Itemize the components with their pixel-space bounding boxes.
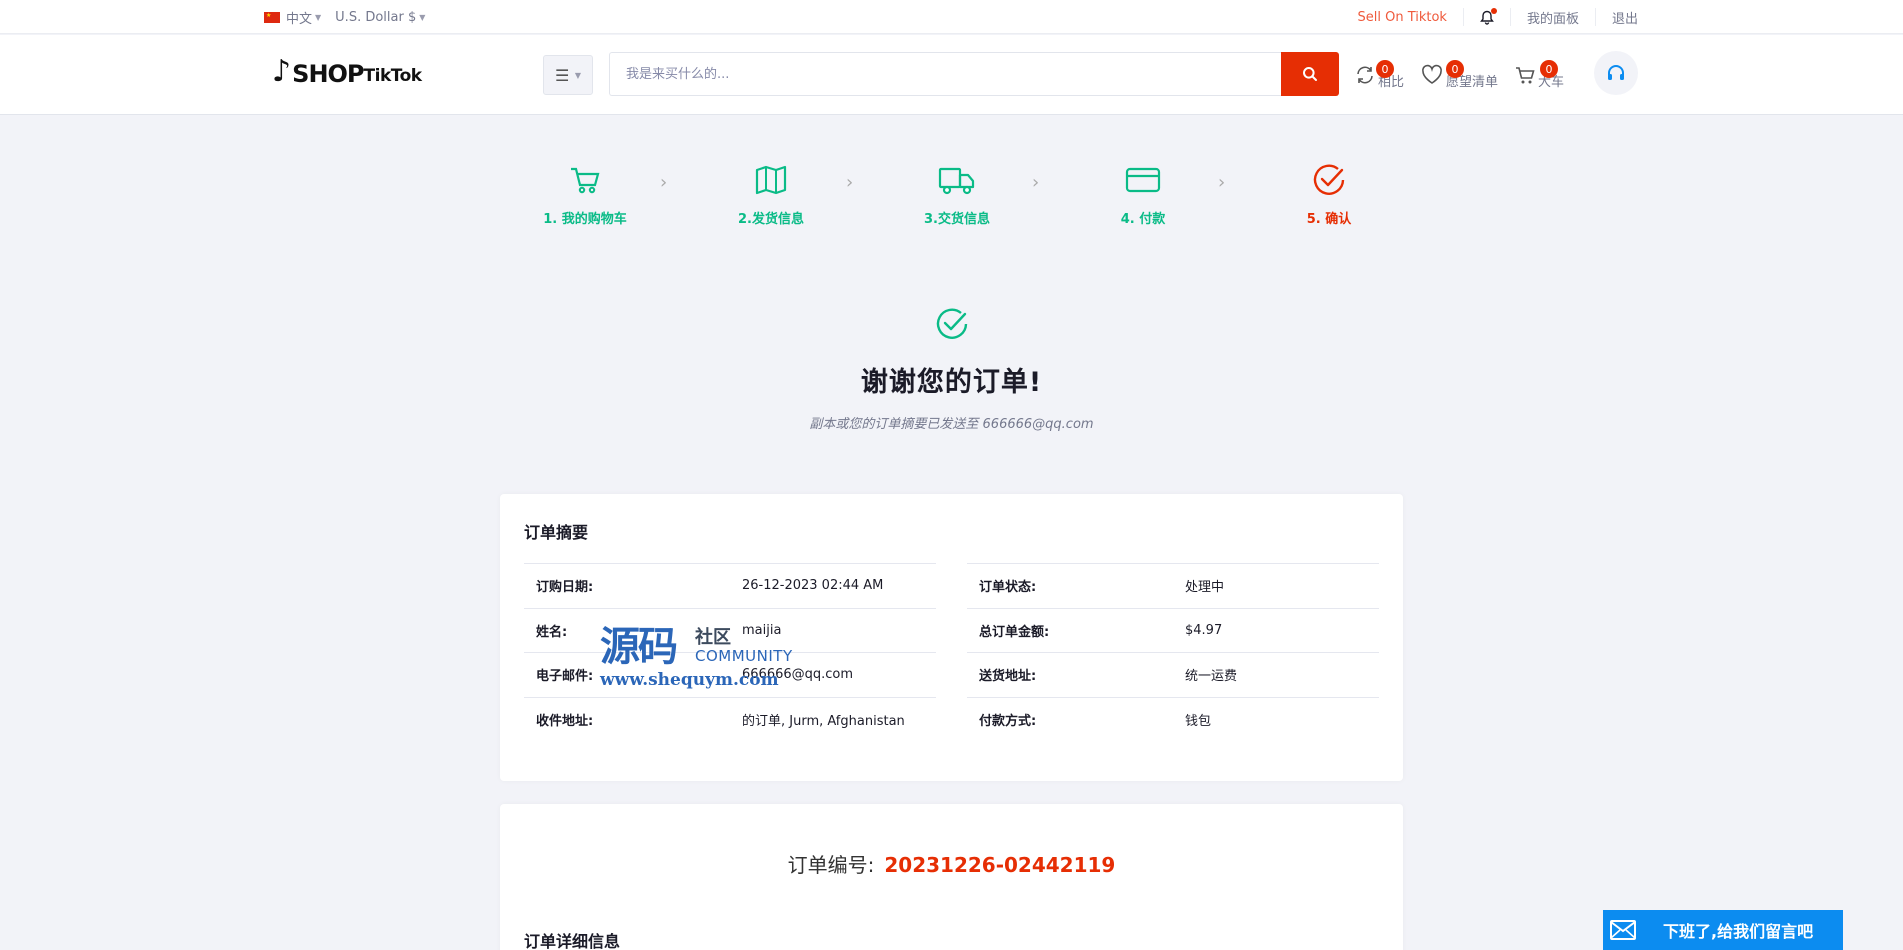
dashboard-link[interactable]: 我的面板 bbox=[1509, 8, 1595, 27]
logo-tiktok-text: TikTok bbox=[363, 66, 423, 86]
credit-card-icon bbox=[1125, 167, 1161, 193]
field-label: 总订单金额: bbox=[967, 607, 1173, 653]
search-input[interactable] bbox=[609, 52, 1281, 96]
china-flag-icon bbox=[264, 11, 280, 23]
chat-widget-button[interactable]: 下班了,给我们留言吧 bbox=[1603, 910, 1843, 950]
checkout-steps: 1. 我的购物车 › 2.发货信息 › 3.交货信息 › 4. 付款 › 5. … bbox=[510, 162, 1394, 232]
compare-button[interactable]: 0 相比 bbox=[1354, 60, 1404, 90]
field-value: 的订单, Jurm, Afghanistan bbox=[730, 696, 936, 742]
map-icon bbox=[755, 165, 787, 195]
search-bar bbox=[609, 52, 1339, 96]
site-logo[interactable]: ♪ SHOP TikTok bbox=[272, 54, 423, 89]
cart-count-badge: 0 bbox=[1540, 60, 1559, 78]
order-summary-title: 订单摘要 bbox=[524, 523, 589, 542]
field-value: maijia bbox=[730, 607, 936, 653]
heart-icon bbox=[1422, 64, 1442, 84]
table-row: 收件地址: 的订单, Jurm, Afghanistan bbox=[524, 696, 936, 742]
mail-icon bbox=[1610, 920, 1636, 940]
chevron-right-icon: › bbox=[660, 172, 668, 193]
truck-icon bbox=[938, 167, 975, 195]
field-value: 26-12-2023 02:44 AM bbox=[730, 563, 936, 608]
step-label: 1. 我的购物车 bbox=[543, 212, 627, 227]
table-row: 总订单金额: $4.97 bbox=[967, 607, 1379, 653]
step-delivery-info[interactable]: 3.交货信息 bbox=[882, 162, 1032, 227]
table-row: 订购日期: 26-12-2023 02:44 AM bbox=[524, 563, 936, 608]
order-summary-card: 订单摘要 订购日期: 26-12-2023 02:44 AM 姓名: maijia … bbox=[500, 494, 1403, 781]
order-details-card: 订单编号: 20231226-02442119 订单详细信息 bbox=[500, 804, 1403, 950]
sell-on-tiktok-link[interactable]: Sell On Tiktok bbox=[1341, 8, 1462, 26]
cart-label: 大车 bbox=[1538, 75, 1565, 90]
main-header: ♪ SHOP TikTok ☰ ▼ 0 相比 0 愿望清单 bbox=[0, 35, 1903, 115]
field-label: 订购日期: bbox=[524, 563, 730, 608]
order-number-value: 20231226-02442119 bbox=[884, 853, 1116, 877]
top-bar: 中文 ▼ U.S. Dollar $ ▼ Sell On Tiktok 我的面板… bbox=[0, 0, 1903, 34]
step-shipping-info[interactable]: 2.发货信息 bbox=[696, 162, 846, 227]
order-number-label: 订单编号: bbox=[787, 853, 875, 877]
search-icon bbox=[1303, 67, 1317, 81]
wishlist-label: 愿望清单 bbox=[1446, 75, 1499, 90]
language-switcher[interactable]: 中文 ▼ bbox=[264, 8, 321, 27]
step-payment[interactable]: 4. 付款 bbox=[1068, 162, 1218, 227]
refresh-icon bbox=[1357, 66, 1373, 84]
chevron-right-icon: › bbox=[1218, 172, 1226, 193]
order-details-title: 订单详细信息 bbox=[524, 932, 621, 950]
chevron-down-icon: ▼ bbox=[315, 12, 322, 22]
step-label: 2.发货信息 bbox=[738, 212, 804, 227]
field-label: 订单状态: bbox=[967, 563, 1173, 608]
field-label: 送货地址: bbox=[967, 652, 1173, 697]
field-label: 姓名: bbox=[524, 607, 730, 653]
field-value: 处理中 bbox=[1173, 563, 1379, 608]
order-number: 订单编号: 20231226-02442119 bbox=[500, 849, 1403, 878]
check-circle-icon bbox=[1313, 164, 1345, 195]
table-row: 订单状态: 处理中 bbox=[967, 563, 1379, 608]
currency-label: U.S. Dollar $ bbox=[335, 9, 417, 25]
step-label: 3.交货信息 bbox=[924, 212, 990, 227]
chevron-right-icon: › bbox=[1032, 172, 1040, 193]
order-summary-table-right: 订单状态: 处理中 总订单金额: $4.97 送货地址: 统一运费 付款方式: 钱包 bbox=[967, 563, 1379, 742]
support-button[interactable] bbox=[1594, 51, 1638, 95]
logo-shop-text: SHOP bbox=[292, 60, 364, 88]
field-label: 电子邮件: bbox=[524, 652, 730, 697]
chevron-right-icon: › bbox=[846, 172, 854, 193]
step-confirm[interactable]: 5. 确认 bbox=[1254, 162, 1404, 227]
chat-widget-label: 下班了,给我们留言吧 bbox=[1663, 922, 1814, 941]
field-label: 付款方式: bbox=[967, 696, 1173, 742]
thank-you-title: 谢谢您的订单! bbox=[860, 367, 1043, 398]
field-value: 666666@qq.com bbox=[730, 652, 936, 697]
field-value: 统一运费 bbox=[1173, 652, 1379, 697]
category-menu-button[interactable]: ☰ ▼ bbox=[543, 55, 593, 95]
chevron-down-icon: ▼ bbox=[572, 70, 582, 80]
confirmation-subtitle: 副本或您的订单摘要已发送至 666666@qq.com bbox=[809, 417, 1094, 432]
order-summary-table-left: 订购日期: 26-12-2023 02:44 AM 姓名: maijia 电子邮件:… bbox=[524, 563, 936, 742]
check-circle-icon bbox=[936, 308, 967, 339]
wishlist-count-badge: 0 bbox=[1446, 60, 1465, 78]
headset-icon bbox=[1608, 65, 1624, 80]
field-value: $4.97 bbox=[1173, 607, 1379, 653]
language-label: 中文 bbox=[286, 11, 313, 27]
currency-switcher[interactable]: U.S. Dollar $ ▼ bbox=[335, 10, 425, 25]
field-label: 收件地址: bbox=[524, 696, 730, 742]
wishlist-button[interactable]: 0 愿望清单 bbox=[1420, 60, 1498, 90]
table-row: 姓名: maijia bbox=[524, 607, 936, 653]
cart-icon bbox=[1516, 67, 1535, 84]
table-row: 付款方式: 钱包 bbox=[967, 696, 1379, 742]
compare-label: 相比 bbox=[1378, 75, 1405, 90]
cart-icon bbox=[571, 167, 600, 194]
hamburger-icon: ☰ bbox=[554, 65, 570, 85]
table-row: 电子邮件: 666666@qq.com bbox=[524, 652, 936, 697]
step-cart[interactable]: 1. 我的购物车 bbox=[510, 162, 660, 227]
field-value: 钱包 bbox=[1173, 696, 1379, 742]
table-row: 送货地址: 统一运费 bbox=[967, 652, 1379, 697]
cart-button[interactable]: 0 大车 bbox=[1514, 60, 1564, 90]
search-button[interactable] bbox=[1281, 52, 1339, 96]
logout-link[interactable]: 退出 bbox=[1594, 8, 1638, 27]
chevron-down-icon: ▼ bbox=[419, 12, 426, 22]
tiktok-note-icon: ♪ bbox=[272, 54, 292, 89]
notification-dot bbox=[1490, 8, 1497, 14]
order-confirmation: 谢谢您的订单! 副本或您的订单摘要已发送至 666666@qq.com bbox=[0, 306, 1903, 432]
step-label: 4. 付款 bbox=[1120, 212, 1166, 227]
step-label: 5. 确认 bbox=[1306, 212, 1352, 227]
compare-count-badge: 0 bbox=[1376, 60, 1394, 78]
notifications-button[interactable] bbox=[1462, 8, 1510, 26]
